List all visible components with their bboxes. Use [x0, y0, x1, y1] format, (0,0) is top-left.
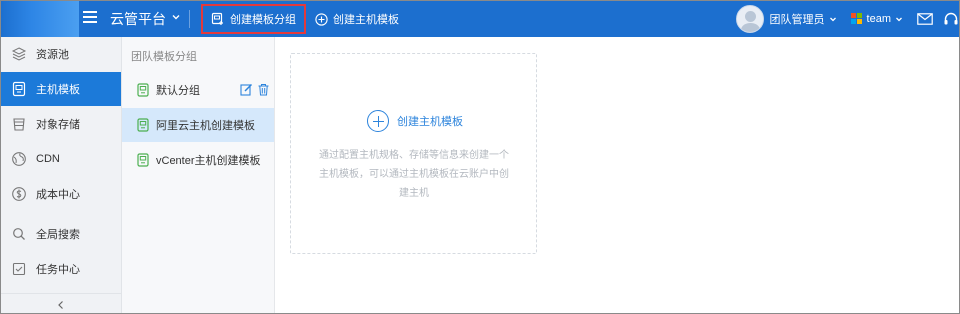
chevron-down-icon[interactable]: [171, 12, 181, 22]
sidebar-item-host-template[interactable]: 主机模板: [1, 72, 121, 106]
card-description: 通过配置主机规格、存储等信息来创建一个主机模板，可以通过主机模板在云账户中创建主…: [319, 150, 509, 199]
card-create-label: 创建主机模板: [397, 116, 463, 128]
bucket-icon: [13, 118, 25, 131]
headset-icon[interactable]: [943, 11, 959, 27]
globe-icon: [12, 152, 26, 166]
stack-icon: [11, 47, 27, 61]
team-name[interactable]: team: [867, 13, 891, 25]
plus-circle-icon: [315, 12, 328, 26]
brand-title[interactable]: 云管平台: [110, 9, 166, 29]
divider: [189, 10, 190, 28]
chevron-left-icon: [58, 300, 63, 309]
trash-icon[interactable]: [257, 83, 270, 96]
sidebar-item-label: 对象存储: [36, 119, 80, 131]
add-group-icon: [211, 12, 223, 25]
mail-icon[interactable]: [917, 13, 933, 25]
team-logo-icon: [850, 13, 863, 25]
create-template-group-label: 创建模板分组: [230, 14, 296, 26]
card-create-host-template-button[interactable]: 创建主机模板: [367, 110, 463, 132]
create-template-group-button[interactable]: 创建模板分组: [201, 4, 306, 34]
edit-icon[interactable]: [240, 83, 253, 96]
plus-circle-icon: [367, 110, 389, 132]
create-template-card[interactable]: 创建主机模板 通过配置主机规格、存储等信息来创建一个主机模板，可以通过主机模板在…: [290, 53, 537, 254]
host-template-icon: [12, 81, 26, 97]
group-item-label: 阿里云主机创建模板: [156, 120, 255, 132]
sidebar-item-cdn[interactable]: CDN: [1, 142, 121, 176]
sidebar-item-label: 全局搜索: [36, 229, 80, 241]
sidebar-item-global-search[interactable]: 全局搜索: [1, 217, 121, 251]
dollar-icon: [12, 187, 26, 201]
chevron-down-icon[interactable]: [895, 15, 903, 23]
group-panel-heading: 团队模板分组: [131, 51, 197, 63]
sidebar-item-label: 任务中心: [36, 264, 80, 276]
search-icon: [13, 228, 25, 240]
group-item-label: 默认分组: [156, 85, 200, 97]
host-template-icon: [137, 83, 149, 97]
host-template-icon: [137, 153, 149, 167]
group-item-label: vCenter主机创建模板: [156, 155, 261, 167]
top-bar: 云管平台 创建模板分组 创建主机模板 团队管理员 team: [1, 1, 959, 37]
sidebar-item-label: 资源池: [36, 49, 69, 61]
sidebar-item-task-center[interactable]: 任务中心: [1, 252, 121, 286]
group-item-default[interactable]: 默认分组: [122, 73, 274, 107]
template-group-panel: 团队模板分组 默认分组 阿里云主机创建模板 vCenter主机创建模板: [122, 37, 275, 313]
group-item-actions: [240, 83, 270, 96]
logo: [1, 1, 79, 37]
sidebar-item-cost-center[interactable]: 成本中心: [1, 177, 121, 211]
avatar[interactable]: [735, 5, 764, 33]
task-icon: [12, 262, 26, 276]
user-name[interactable]: 团队管理员: [770, 11, 825, 27]
sidebar-item-object-storage[interactable]: 对象存储: [1, 107, 121, 141]
sidebar-item-resource-pool[interactable]: 资源池: [1, 37, 121, 71]
sidebar-item-label: 主机模板: [36, 84, 80, 96]
sidebar-item-label: CDN: [36, 153, 60, 165]
sidebar: 资源池 主机模板 对象存储 CDN 成本中心 全局搜索 任务中心: [1, 37, 122, 313]
sidebar-item-label: 成本中心: [36, 189, 80, 201]
sidebar-collapse-button[interactable]: [1, 293, 121, 313]
top-right-area: 团队管理员 team: [735, 1, 959, 37]
host-template-icon: [137, 118, 149, 132]
create-host-template-button[interactable]: 创建主机模板: [315, 4, 399, 34]
group-item-vcenter[interactable]: vCenter主机创建模板: [122, 143, 274, 177]
main-content: 创建主机模板 通过配置主机规格、存储等信息来创建一个主机模板，可以通过主机模板在…: [275, 37, 959, 313]
menu-icon[interactable]: [83, 11, 97, 25]
create-host-template-label: 创建主机模板: [333, 14, 399, 26]
group-item-aliyun[interactable]: 阿里云主机创建模板: [122, 108, 274, 142]
app-window: 云管平台 创建模板分组 创建主机模板 团队管理员 team 资源池 主机模板 对…: [0, 0, 960, 314]
chevron-down-icon[interactable]: [829, 15, 837, 23]
